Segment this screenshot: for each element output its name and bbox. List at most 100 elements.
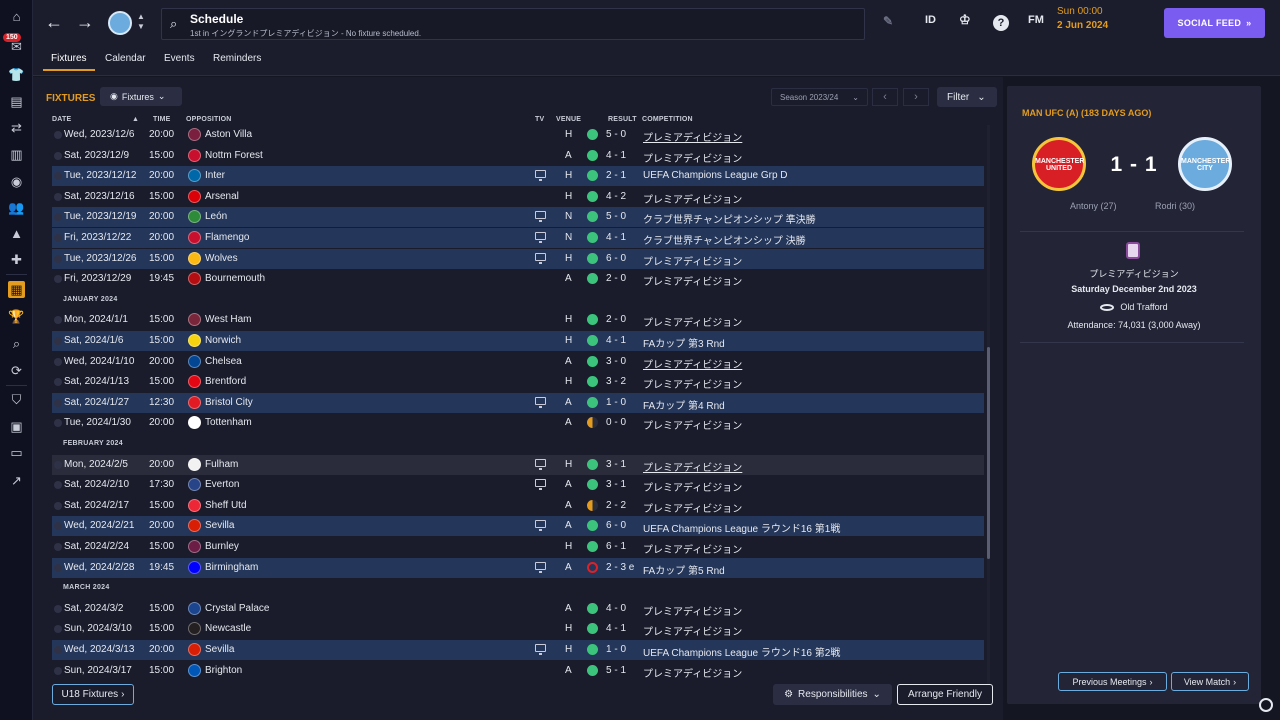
row-select-icon[interactable] [54, 646, 62, 654]
training-icon[interactable]: ◉ [8, 173, 25, 190]
fixture-result[interactable]: 3 - 2 [606, 376, 626, 387]
table-row[interactable]: Sun, 2024/3/10 15:00 Newcastle H 4 - 1 プレミアディ… [52, 619, 984, 639]
table-row[interactable]: Wed, 2023/12/6 20:00 Aston Villa H 5 - 0 プレミア… [52, 125, 984, 145]
fixture-opposition[interactable]: Burnley [205, 541, 239, 552]
row-select-icon[interactable] [54, 481, 62, 490]
col-date[interactable]: DATE [52, 116, 71, 123]
fixture-result[interactable]: 6 - 0 [606, 520, 626, 531]
help-icon[interactable]: ? [993, 15, 1009, 31]
fixture-result[interactable]: 5 - 1 [606, 665, 626, 676]
fixture-competition[interactable]: プレミアディビジョン [643, 603, 742, 618]
fixture-result[interactable]: 2 - 1 [606, 170, 626, 181]
language-code[interactable]: ID [925, 14, 936, 26]
fixture-competition[interactable]: プレミアディビジョン [643, 500, 742, 515]
fixture-opposition[interactable]: West Ham [205, 314, 252, 325]
fixture-opposition[interactable]: Sevilla [205, 520, 234, 531]
table-row[interactable]: Fri, 2023/12/22 20:00 Flamengo N 4 - 1 クラブ世界チ… [52, 228, 984, 248]
finances-icon[interactable]: ▣ [8, 418, 25, 435]
fixture-opposition[interactable]: Sevilla [205, 644, 234, 655]
scouting-icon[interactable]: ⌕ [8, 335, 25, 352]
fixture-competition[interactable]: プレミアディビジョン [643, 129, 742, 144]
fixture-result[interactable]: 2 - 3 e [606, 562, 634, 573]
table-row[interactable]: Sat, 2023/12/9 15:00 Nottm Forest A 4 - 1 プレミ… [52, 146, 984, 166]
col-competition[interactable]: COMPETITION [642, 116, 693, 123]
social-feed-button[interactable]: SOCIAL FEED » [1164, 8, 1265, 38]
away-team-crest[interactable]: MANCHESTER CITY [1178, 137, 1232, 191]
squad-icon[interactable]: 👕 [8, 66, 25, 83]
fixture-competition[interactable]: プレミアディビジョン [643, 314, 742, 329]
fixture-result[interactable]: 4 - 1 [606, 623, 626, 634]
tab-events[interactable]: Events [164, 53, 195, 64]
fixture-opposition[interactable]: Brentford [205, 376, 246, 387]
fixture-opposition[interactable]: Chelsea [205, 356, 242, 367]
fixture-opposition[interactable]: Brighton [205, 665, 242, 676]
table-row[interactable]: Tue, 2024/1/30 20:00 Tottenham A 0 - 0 プレミアディ… [52, 413, 984, 433]
fixture-opposition[interactable]: Sheff Utd [205, 500, 247, 511]
row-select-icon[interactable] [54, 172, 62, 181]
table-row[interactable]: Wed, 2024/2/28 19:45 Birmingham A 2 - 3 e FAカ… [52, 557, 984, 578]
row-select-icon[interactable] [54, 563, 62, 572]
table-row[interactable]: Wed, 2024/2/21 20:00 Sevilla A 6 - 0 UEFA Cha… [52, 516, 984, 537]
row-select-icon[interactable] [54, 192, 62, 201]
fixture-competition[interactable]: プレミアディビジョン [643, 665, 742, 680]
fixture-competition[interactable]: FAカップ 第5 Rnd [643, 562, 725, 577]
table-row[interactable]: Sat, 2024/2/24 15:00 Burnley H 6 - 1 プレミアディビジ… [52, 537, 984, 557]
fixture-opposition[interactable]: Tottenham [205, 417, 252, 428]
table-row[interactable]: Sat, 2024/1/6 15:00 Norwich H 4 - 1 FAカップ 第3 … [52, 331, 984, 351]
fixture-result[interactable]: 4 - 0 [606, 603, 626, 614]
fixture-result[interactable]: 3 - 1 [606, 459, 626, 470]
fixture-result[interactable]: 4 - 1 [606, 335, 626, 346]
table-row[interactable]: Wed, 2024/1/10 20:00 Chelsea A 3 - 0 プレミアディビジ… [52, 352, 984, 372]
fixture-competition[interactable]: プレミアディビジョン [643, 150, 742, 165]
medical-icon[interactable]: ▲ [8, 225, 25, 242]
table-row[interactable]: Sat, 2024/2/10 17:30 Everton A 3 - 1 プレミアディビジ… [52, 475, 984, 495]
row-select-icon[interactable] [54, 666, 62, 675]
fixture-competition[interactable]: FAカップ 第3 Rnd [643, 335, 725, 350]
schedule-icon[interactable]: ▦ [8, 281, 25, 298]
row-select-icon[interactable] [54, 522, 62, 531]
row-select-icon[interactable] [54, 254, 62, 263]
col-opposition[interactable]: OPPOSITION [186, 116, 232, 123]
view-dropdown[interactable]: ◉ Fixtures ⌄ [100, 87, 182, 106]
view-match-button[interactable]: View Match › [1171, 672, 1249, 691]
fixture-competition[interactable]: プレミアディビジョン [643, 356, 742, 371]
next-page-button[interactable]: › [903, 88, 929, 106]
fixture-result[interactable]: 3 - 1 [606, 479, 626, 490]
sort-arrow-icon[interactable]: ▲ [132, 116, 139, 123]
pencil-icon[interactable]: ✎ [883, 14, 893, 28]
inbox-icon[interactable]: ✉ [8, 38, 25, 55]
club-vision-icon[interactable]: ▭ [8, 444, 25, 461]
fixture-result[interactable]: 5 - 0 [606, 129, 626, 140]
fixture-result[interactable]: 6 - 1 [606, 541, 626, 552]
fixture-result[interactable]: 4 - 1 [606, 150, 626, 161]
fixture-competition[interactable]: プレミアディビジョン [643, 417, 742, 432]
fixture-competition[interactable]: プレミアディビジョン [643, 376, 742, 391]
arrange-friendly-button[interactable]: Arrange Friendly [897, 684, 993, 705]
fixture-opposition[interactable]: Flamengo [205, 232, 249, 243]
row-select-icon[interactable] [54, 337, 62, 345]
fixture-opposition[interactable]: Crystal Palace [205, 603, 269, 614]
back-arrow-icon[interactable]: ← [44, 12, 64, 32]
club-switch-chevrons-icon[interactable]: ▲ ▼ [137, 12, 145, 32]
club-info-icon[interactable]: ⛉ [8, 391, 25, 408]
table-row[interactable]: Mon, 2024/2/5 20:00 Fulham H 3 - 1 プレミアディビジョン [52, 454, 984, 475]
away-scorer[interactable]: Rodri (30) [1155, 201, 1195, 211]
row-select-icon[interactable] [54, 357, 62, 366]
competitions-icon[interactable]: 🏆 [8, 308, 25, 325]
fixture-opposition[interactable]: León [205, 211, 227, 222]
fixture-result[interactable]: 1 - 0 [606, 644, 626, 655]
fixture-competition[interactable]: UEFA Champions League Grp D [643, 170, 788, 181]
match-stadium[interactable]: Old Trafford [1007, 302, 1261, 312]
table-row[interactable]: Fri, 2023/12/29 19:45 Bournemouth A 2 - 0 プレミ… [52, 269, 984, 289]
development-icon[interactable]: ✚ [8, 251, 25, 268]
fixture-competition[interactable]: プレミアディビジョン [643, 191, 742, 206]
fixture-opposition[interactable]: Fulham [205, 459, 238, 470]
table-row[interactable]: Sat, 2024/2/17 15:00 Sheff Utd A 2 - 2 プレミアディ… [52, 496, 984, 516]
club-badge[interactable] [108, 11, 132, 35]
fixture-opposition[interactable]: Arsenal [205, 191, 239, 202]
forward-arrow-icon[interactable]: → [75, 12, 95, 32]
table-row[interactable]: Tue, 2023/12/19 20:00 León N 5 - 0 クラブ世界チャンピオ… [52, 207, 984, 228]
fixture-competition[interactable]: プレミアディビジョン [643, 459, 742, 474]
fixture-opposition[interactable]: Bristol City [205, 397, 253, 408]
previous-meetings-button[interactable]: Previous Meetings › [1058, 672, 1167, 691]
